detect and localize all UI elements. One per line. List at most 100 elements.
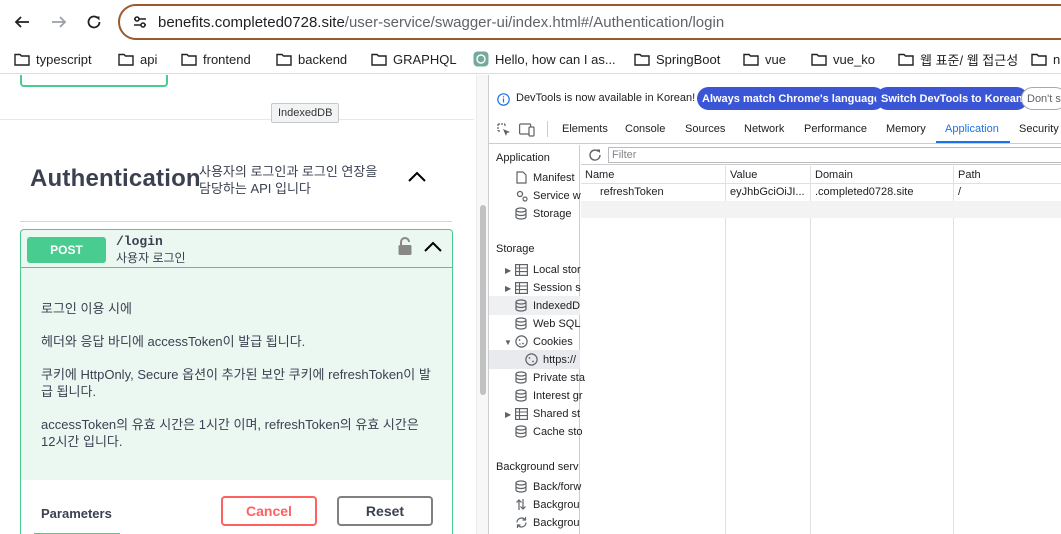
column-header-domain[interactable]: Domain [815,169,853,181]
sidebar-section-application: Application [496,152,550,164]
bookmark-chatgpt[interactable]: Hello, how can I as... [473,50,616,68]
sidebar-item-session-storage[interactable]: Session s [514,279,581,296]
sidebar-item-cache-storage[interactable]: Cache sto [514,423,583,440]
tab-memory[interactable]: Memory [886,123,926,135]
reload-button[interactable] [80,8,108,36]
sidebar-item-indexeddb[interactable]: IndexedD [514,297,580,314]
bookmark-vue[interactable]: vue [743,50,786,68]
folder-icon [118,53,134,66]
column-divider[interactable] [725,166,726,534]
always-match-language-button[interactable]: Always match Chrome's language [697,87,886,110]
cookie-icon [524,353,538,367]
column-header-path[interactable]: Path [958,169,981,181]
sidebar-label: https:// [543,353,577,366]
bookmark-label: frontend [203,51,251,67]
bookmark-vue-ko[interactable]: vue_ko [811,50,875,68]
sidebar-label: Storage [533,207,572,220]
forward-button[interactable] [45,8,73,36]
dont-show-again-button[interactable]: Don't s [1021,87,1061,110]
bookmark-api[interactable]: api [118,50,157,68]
expand-arrow-icon[interactable]: ▶ [505,284,511,293]
bookmark-n[interactable]: n [1031,50,1060,68]
sidebar-label: Backgrou [533,516,580,529]
sidebar-item-local-storage[interactable]: Local stor [514,261,581,278]
bookmark-label: api [140,51,158,67]
description-paragraph: 로그인 이용 시에 [41,301,132,316]
sidebar-item-cookie-origin[interactable]: https:// [524,351,576,368]
tag-collapse-button[interactable] [404,167,430,192]
cookies-toolbar: Filter [581,145,1061,165]
folder-icon [634,53,650,66]
expand-arrow-icon[interactable]: ▶ [505,266,511,275]
authorize-lock-button[interactable] [397,236,413,261]
cancel-button[interactable]: Cancel [221,496,317,526]
bookmark-graphql[interactable]: GRAPHQL [371,50,457,68]
bookmark-frontend[interactable]: frontend [181,50,251,68]
table-grid-icon [514,263,528,277]
sidebar-item-back-forward-cache[interactable]: Back/forw [514,478,581,495]
sync-icon [514,516,528,530]
folder-icon [1031,53,1047,66]
sidebar-item-background-sync[interactable]: Backgrou [514,514,579,531]
application-sidebar: Application Manifest Service w Storage S… [489,145,585,534]
bookmark-label: SpringBoot [656,51,721,67]
tab-network[interactable]: Network [744,123,784,135]
sidebar-item-cookies[interactable]: Cookies [514,333,573,350]
sidebar-item-manifest[interactable]: Manifest [514,169,575,186]
tab-console[interactable]: Console [625,123,665,135]
tooltip: IndexedDB [271,103,340,123]
column-divider[interactable] [953,166,954,534]
device-toolbar-icon[interactable] [519,123,535,137]
bookmark-typescript[interactable]: typescript [14,50,92,68]
sidebar-item-private-state-tokens[interactable]: Private sta [514,369,585,386]
parameters-tab[interactable]: Parameters [41,506,112,521]
tab-elements[interactable]: Elements [562,123,608,135]
column-header-value[interactable]: Value [730,169,757,181]
tab-performance[interactable]: Performance [804,123,867,135]
collapse-arrow-icon[interactable]: ▼ [504,338,512,347]
sidebar-label: Interest gr [533,389,583,402]
bookmark-springboot[interactable]: SpringBoot [634,50,720,68]
refresh-icon[interactable] [588,148,602,162]
bookmark-label: vue [765,51,786,67]
column-header-name[interactable]: Name [585,169,614,181]
document-icon [514,171,528,185]
cookies-filter-input[interactable]: Filter [608,147,1061,163]
sidebar-item-interest-groups[interactable]: Interest gr [514,387,583,404]
switch-to-korean-button[interactable]: Switch DevTools to Korean [876,87,1028,110]
chevron-up-icon [408,171,426,182]
tag-divider [20,221,452,222]
table-grid-icon [514,281,528,295]
sidebar-item-web-sql[interactable]: Web SQL [514,315,581,332]
bookmark-web-standard[interactable]: 웹 표준/ 웹 접근성 [898,50,1018,68]
sidebar-item-service-workers[interactable]: Service w [514,187,581,204]
sidebar-item-shared-storage[interactable]: Shared st [514,405,580,422]
section-divider [0,119,474,120]
sidebar-item-background-fetch[interactable]: Backgrou [514,496,579,513]
tab-application[interactable]: Application [945,123,999,135]
scrollbar-thumb[interactable] [480,205,486,395]
tag-title[interactable]: Authentication [30,165,201,193]
gear-icon [514,189,528,203]
reset-button[interactable]: Reset [337,496,433,526]
column-divider[interactable] [810,166,811,534]
bookmark-label: n [1053,51,1061,67]
sidebar-item-storage[interactable]: Storage [514,205,572,222]
expand-arrow-icon[interactable]: ▶ [505,410,511,419]
info-icon [497,93,510,106]
operation-summary[interactable]: POST /login 사용자 로그인 [21,230,452,268]
tab-sources[interactable]: Sources [685,123,725,135]
site-info-icon[interactable] [132,14,148,30]
database-icon [514,207,528,221]
tab-security[interactable]: Security [1019,123,1059,135]
inspect-element-icon[interactable] [497,123,511,137]
previous-opblock-edge [20,75,168,87]
table-row[interactable]: refreshToken eyJhbGciOiJI... .completed0… [581,184,1061,201]
bookmark-backend[interactable]: backend [276,50,347,68]
page-scrollbar[interactable] [476,75,488,534]
address-bar[interactable]: benefits.completed0728.site/user-service… [118,4,1061,40]
url-host: benefits.completed0728.site [158,14,345,31]
back-button[interactable] [8,8,36,36]
operation-collapse-button[interactable] [422,238,444,261]
folder-icon [898,53,914,66]
